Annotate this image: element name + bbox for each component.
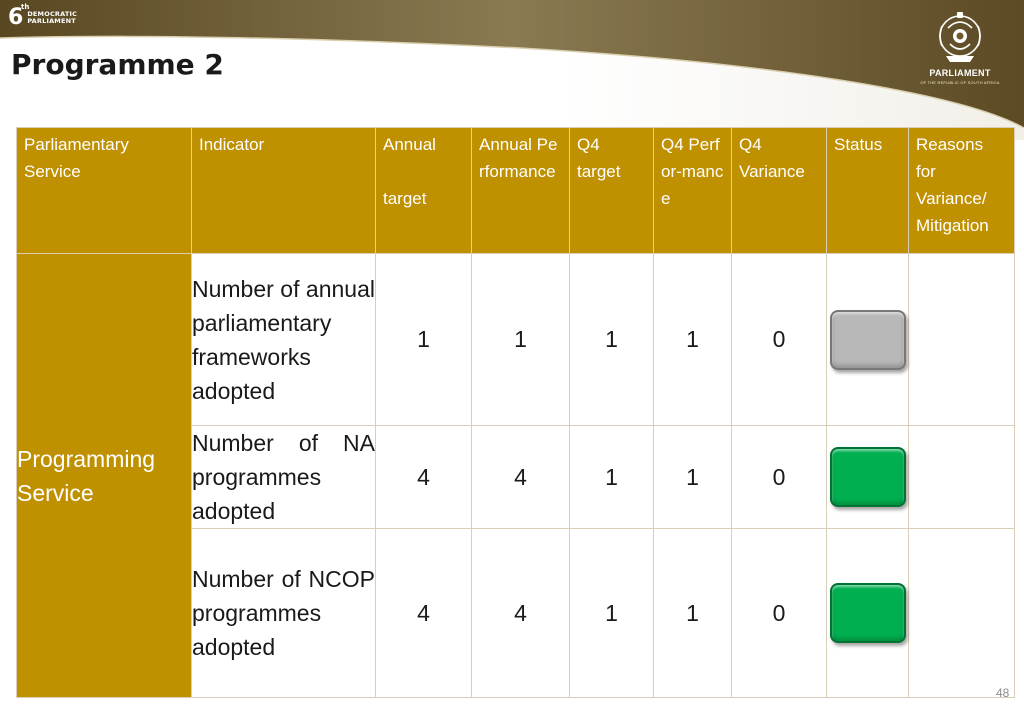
column-header: Indicator [191, 127, 376, 254]
q4-variance-cell: 0 [731, 425, 827, 529]
column-header: Q4 Perfor-mance [653, 127, 732, 254]
column-header: Q4 Variance [731, 127, 827, 254]
table-header-row: Parliamentary Service Indicator Annual t… [16, 127, 1015, 254]
status-indicator-green [829, 583, 906, 643]
q4-performance-cell: 1 [653, 253, 732, 426]
logo-line-2: PARLIAMENT [27, 17, 76, 25]
parliament-name: PARLIAMENT [929, 68, 991, 78]
indicator-cell: Number of annual parliamentary framework… [191, 253, 376, 426]
reasons-cell [908, 253, 1015, 426]
indicator-cell: Number of NCOP programmes adopted [191, 528, 376, 698]
row-group-label: Programming Service [16, 253, 192, 698]
q4-performance-cell: 1 [653, 425, 732, 529]
q4-variance-cell: 0 [731, 528, 827, 698]
table-row: Programming Service Number of annual par… [16, 253, 1015, 698]
page-number: 48 [996, 686, 1010, 700]
parliament-subtitle: OF THE REPUBLIC OF SOUTH AFRICA [920, 80, 1000, 85]
column-header: Annual target [375, 127, 472, 254]
column-header: Status [826, 127, 909, 254]
logo-superscript: th [21, 3, 30, 11]
slide: 6 th DEMOCRATIC PARLIAMENT Programme 2 P… [0, 0, 1024, 708]
q4-target-cell: 1 [569, 528, 654, 698]
reasons-cell [908, 528, 1015, 698]
annual-target-cell: 1 [375, 253, 472, 426]
status-cell [826, 425, 909, 529]
indicator-cell: Number of NA programmes adopted [191, 425, 376, 529]
parliament-crest-icon [939, 12, 981, 62]
sixth-parliament-logo: 6 th DEMOCRATIC PARLIAMENT [8, 3, 77, 31]
logo-text: DEMOCRATIC PARLIAMENT [27, 11, 77, 25]
column-header: Reasons for Variance/ Mitigation [908, 127, 1015, 254]
performance-table: Parliamentary Service Indicator Annual t… [16, 127, 1015, 698]
status-indicator-grey [829, 309, 906, 370]
q4-performance-cell: 1 [653, 528, 732, 698]
status-cell [826, 253, 909, 426]
annual-performance-cell: 1 [471, 253, 570, 426]
column-header: Q4 target [569, 127, 654, 254]
column-header: Parliamentary Service [16, 127, 192, 254]
status-cell [826, 528, 909, 698]
annual-performance-cell: 4 [471, 425, 570, 529]
page-title: Programme 2 [11, 48, 224, 81]
annual-performance-cell: 4 [471, 528, 570, 698]
column-header: Annual Performance [471, 127, 570, 254]
q4-target-cell: 1 [569, 253, 654, 426]
q4-target-cell: 1 [569, 425, 654, 529]
q4-variance-cell: 0 [731, 253, 827, 426]
annual-target-cell: 4 [375, 425, 472, 529]
reasons-cell [908, 425, 1015, 529]
status-indicator-green [829, 447, 906, 507]
annual-target-cell: 4 [375, 528, 472, 698]
